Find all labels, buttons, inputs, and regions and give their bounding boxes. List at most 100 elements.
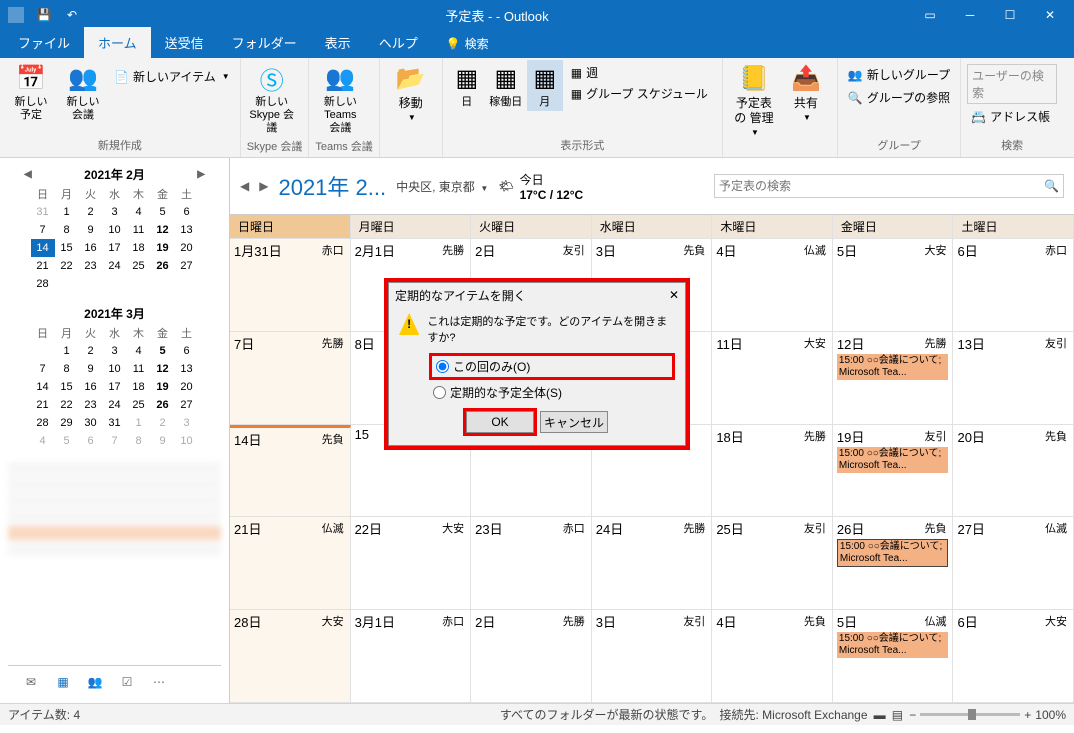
mini-day[interactable]: 23 — [79, 396, 103, 414]
mini-day[interactable]: 27 — [175, 396, 199, 414]
mini-day[interactable]: 3 — [103, 203, 127, 221]
mini-day[interactable]: 1 — [127, 414, 151, 432]
tab-search[interactable]: 💡検索 — [432, 29, 503, 58]
save-icon[interactable]: 💾 — [32, 3, 56, 27]
day-cell[interactable]: 20日先負 — [953, 425, 1074, 518]
mini-day[interactable]: 24 — [103, 257, 127, 275]
zoom-slider[interactable] — [920, 713, 1020, 716]
month-view-button[interactable]: ▦月 — [527, 60, 563, 111]
skype-meeting-button[interactable]: Ⓢ新しい Skype 会議 — [247, 60, 297, 138]
mini-day[interactable]: 7 — [31, 360, 55, 378]
zoom-control[interactable]: − + 100% — [909, 708, 1066, 722]
day-cell[interactable]: 14日先負 — [230, 425, 351, 518]
prev-month-icon[interactable]: ◀ — [24, 169, 32, 180]
mini-day[interactable]: 9 — [79, 221, 103, 239]
day-cell[interactable]: 23日赤口 — [471, 517, 592, 610]
mini-day[interactable]: 28 — [31, 414, 55, 432]
search-input[interactable] — [719, 179, 1044, 193]
mini-day[interactable]: 7 — [31, 221, 55, 239]
mini-day[interactable]: 8 — [127, 432, 151, 450]
mini-day[interactable]: 15 — [55, 378, 79, 396]
day-cell[interactable]: 6日大安 — [953, 610, 1074, 703]
mini-day[interactable]: 8 — [55, 360, 79, 378]
mini-day[interactable]: 22 — [55, 396, 79, 414]
calendar-event[interactable]: 15:00 ○○会議について; Microsoft Tea... — [837, 539, 949, 567]
new-item-button[interactable]: 📄新しいアイテム▼ — [110, 66, 234, 87]
mini-day[interactable]: 22 — [55, 257, 79, 275]
mini-day[interactable]: 26 — [151, 396, 175, 414]
people-view-button[interactable]: 👥 — [80, 670, 110, 694]
workweek-view-button[interactable]: ▦稼働日 — [485, 60, 527, 111]
ok-button[interactable]: OK — [466, 411, 534, 433]
new-group-button[interactable]: 👥新しいグループ — [844, 64, 954, 85]
mini-day[interactable]: 2 — [151, 414, 175, 432]
mini-day[interactable]: 10 — [175, 432, 199, 450]
mini-day[interactable]: 7 — [103, 432, 127, 450]
day-cell[interactable]: 19日友引15:00 ○○会議について; Microsoft Tea... — [833, 425, 954, 518]
mini-day[interactable]: 4 — [127, 203, 151, 221]
mini-day[interactable]: 5 — [151, 342, 175, 360]
calendar-event[interactable]: 15:00 ○○会議について; Microsoft Tea... — [837, 447, 949, 473]
mini-day[interactable]: 16 — [79, 239, 103, 257]
day-cell[interactable]: 27日仏滅 — [953, 517, 1074, 610]
mini-day[interactable]: 30 — [79, 414, 103, 432]
weather-widget[interactable]: 🌤 今日17°C / 12°C — [498, 171, 583, 202]
mini-day[interactable]: 19 — [151, 378, 175, 396]
mini-day[interactable]: 20 — [175, 378, 199, 396]
mail-view-button[interactable]: ✉ — [16, 670, 46, 694]
next-month-icon[interactable]: ▶ — [197, 169, 205, 180]
mini-day[interactable]: 12 — [151, 221, 175, 239]
mini-day[interactable]: 1 — [55, 203, 79, 221]
day-cell[interactable]: 1月31日赤口 — [230, 239, 351, 332]
day-cell[interactable]: 5日仏滅15:00 ○○会議について; Microsoft Tea... — [833, 610, 954, 703]
mini-day[interactable]: 10 — [103, 221, 127, 239]
day-cell[interactable]: 25日友引 — [712, 517, 833, 610]
tab-help[interactable]: ヘルプ — [365, 27, 432, 58]
move-button[interactable]: 📂移動▼ — [386, 60, 436, 126]
mini-day[interactable]: 6 — [79, 432, 103, 450]
calendar-view-button[interactable]: ▦ — [48, 670, 78, 694]
tab-send-receive[interactable]: 送受信 — [151, 27, 218, 58]
mini-day[interactable]: 8 — [55, 221, 79, 239]
mini-day[interactable]: 31 — [103, 414, 127, 432]
day-cell[interactable]: 2日先勝 — [471, 610, 592, 703]
tasks-view-button[interactable]: ☑ — [112, 670, 142, 694]
group-schedule-button[interactable]: ▦グループ スケジュール — [567, 83, 712, 104]
mini-day[interactable]: 26 — [151, 257, 175, 275]
day-cell[interactable]: 21日仏滅 — [230, 517, 351, 610]
mini-day[interactable] — [31, 342, 55, 360]
mini-day[interactable]: 9 — [151, 432, 175, 450]
day-cell[interactable]: 18日先勝 — [712, 425, 833, 518]
day-cell[interactable]: 3月1日赤口 — [351, 610, 472, 703]
mini-day[interactable]: 21 — [31, 396, 55, 414]
ribbon-display-icon[interactable]: ▭ — [910, 1, 950, 29]
mini-day[interactable]: 25 — [127, 396, 151, 414]
minimize-button[interactable]: ─ — [950, 1, 990, 29]
mini-day[interactable]: 25 — [127, 257, 151, 275]
zoom-out-button[interactable]: − — [909, 708, 916, 722]
dialog-close-button[interactable]: ✕ — [669, 288, 679, 302]
close-button[interactable]: ✕ — [1030, 1, 1070, 29]
day-view-button[interactable]: ▦日 — [449, 60, 485, 111]
mini-day[interactable]: 18 — [127, 239, 151, 257]
mini-day[interactable]: 5 — [55, 432, 79, 450]
mini-day[interactable]: 21 — [31, 257, 55, 275]
mini-calendar-feb[interactable]: ◀2021年 2月▶ 日月火水木金土3112345678910111213141… — [8, 164, 221, 293]
day-cell[interactable]: 13日友引 — [953, 332, 1074, 425]
next-period-button[interactable]: ▶ — [259, 179, 268, 193]
zoom-in-button[interactable]: + — [1024, 708, 1031, 722]
mini-calendar-mar[interactable]: 2021年 3月 日月火水木金土123456789101112131415161… — [8, 303, 221, 450]
new-meeting-button[interactable]: 👥新しい 会議 — [58, 60, 108, 124]
day-cell[interactable]: 11日大安 — [712, 332, 833, 425]
mini-day[interactable]: 10 — [103, 360, 127, 378]
mini-day[interactable] — [151, 275, 175, 293]
radio-this-occurrence[interactable]: この回のみ(O) — [429, 353, 675, 380]
mini-day[interactable]: 3 — [103, 342, 127, 360]
day-cell[interactable]: 22日大安 — [351, 517, 472, 610]
day-cell[interactable]: 4日仏滅 — [712, 239, 833, 332]
day-cell[interactable]: 24日先勝 — [592, 517, 713, 610]
tab-view[interactable]: 表示 — [311, 27, 365, 58]
share-button[interactable]: 📤共有▼ — [781, 60, 831, 126]
mini-day[interactable]: 9 — [79, 360, 103, 378]
mini-day[interactable]: 15 — [55, 239, 79, 257]
